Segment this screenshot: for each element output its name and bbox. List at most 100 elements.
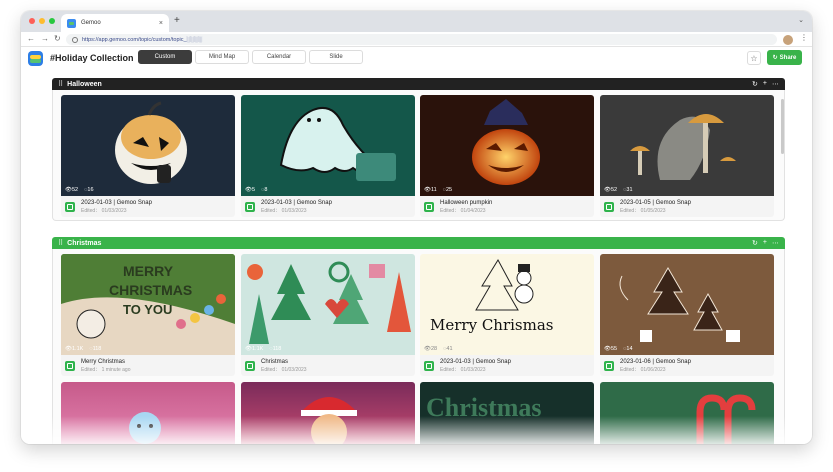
- reload-icon[interactable]: ↻: [54, 34, 61, 43]
- card-title: Merry Christmas: [81, 358, 126, 365]
- card[interactable]: Christmas: [420, 382, 594, 444]
- section-header: ⠿ Christmas ↻ + ⋯: [52, 237, 785, 249]
- gemoo-logo-icon[interactable]: [28, 51, 43, 66]
- share-label: Share: [779, 54, 797, 61]
- grid-icon[interactable]: ⠿: [58, 239, 63, 247]
- view-mind-map-button[interactable]: Mind Map: [195, 50, 249, 64]
- merry-christmas-to-you-image[interactable]: MERRY CHRISTMAS TO YOU 👁1.1K ◌118: [61, 254, 235, 355]
- santa-character-image[interactable]: [241, 382, 415, 444]
- merry-christmas-sketch-image[interactable]: Merry Chrismas 👁28 ◌41: [420, 254, 594, 355]
- url-text: https://app.gemoo.com/topic/custom/topic…: [82, 36, 203, 43]
- comments-count: ◌118: [89, 346, 102, 352]
- card-edited: Edited： 01/03/2023: [81, 207, 127, 214]
- card[interactable]: [241, 382, 415, 444]
- back-arrow-icon[interactable]: ←: [27, 34, 35, 43]
- card[interactable]: [61, 382, 235, 444]
- card[interactable]: 👁1.1K ◌118 Christmas Edited： 01/03/2023: [241, 254, 415, 376]
- card-info: 2023-01-03 | Gemoo Snap Edited： 01/03/20…: [61, 196, 235, 217]
- card-title: 2023-01-03 | Gemoo Snap: [440, 358, 511, 365]
- card-info: 2023-01-06 | Gemoo Snap Edited： 01/06/20…: [600, 355, 774, 376]
- card[interactable]: 👁52 ◌16 2023-01-03 | Gemoo Snap Edited： …: [61, 95, 235, 217]
- christmas-trees-gifts-image[interactable]: 👁55 ◌14: [600, 254, 774, 355]
- card-info: Merry Christmas Edited： 1 minute ago: [61, 355, 235, 376]
- card-title: 2023-01-03 | Gemoo Snap: [261, 199, 332, 206]
- card-info: 2023-01-03 | Gemoo Snap Edited： 01/03/20…: [420, 355, 594, 376]
- views-count: 👁55: [604, 346, 618, 352]
- minimize-window-dot[interactable]: [39, 18, 45, 24]
- card-edited: Edited： 01/03/2023: [261, 366, 307, 373]
- image-file-icon: [424, 201, 434, 212]
- christmas-3d-letters-image[interactable]: Christmas: [420, 382, 594, 444]
- refresh-icon[interactable]: ↻: [752, 239, 758, 247]
- pink-cupcake-image[interactable]: [61, 382, 235, 444]
- card-title: Halloween pumpkin: [440, 199, 493, 206]
- refresh-icon[interactable]: ↻: [752, 80, 758, 88]
- view-slide-button[interactable]: Slide: [309, 50, 363, 64]
- new-tab-button[interactable]: +: [174, 15, 180, 26]
- views-count: 👁52: [65, 187, 79, 193]
- card[interactable]: [600, 382, 774, 444]
- mushroom-illustration-image[interactable]: 👁52 ◌31: [600, 95, 774, 196]
- card-info: Halloween pumpkin Edited： 01/04/2023: [420, 196, 594, 217]
- card[interactable]: MERRY CHRISTMAS TO YOU 👁1.1K ◌118 Merry: [61, 254, 235, 376]
- maximize-window-dot[interactable]: [49, 18, 55, 24]
- app-header: #Holiday Collection Custom Mind Map Cale…: [21, 47, 812, 71]
- view-calendar-button[interactable]: Calendar: [252, 50, 306, 64]
- comments-count: ◌118: [269, 346, 282, 352]
- add-icon[interactable]: +: [763, 80, 767, 88]
- image-file-icon: [245, 360, 255, 371]
- card-info: 2023-01-03 | Gemoo Snap Edited： 01/03/20…: [241, 196, 415, 217]
- scrollbar[interactable]: [781, 99, 784, 154]
- browser-tab[interactable]: Gemoo ×: [61, 14, 169, 32]
- view-custom-button[interactable]: Custom: [138, 50, 192, 64]
- more-icon[interactable]: ⋯: [772, 239, 779, 247]
- card-stats: 👁5 ◌8: [245, 187, 267, 193]
- image-file-icon: [65, 360, 75, 371]
- grid-icon[interactable]: ⠿: [58, 80, 63, 88]
- views-count: 👁1.1K: [65, 346, 84, 352]
- jack-o-lantern-photo-image[interactable]: 👁11 ◌25: [420, 95, 594, 196]
- card-edited: Edited： 01/06/2023: [620, 366, 666, 373]
- card[interactable]: 👁11 ◌25 Halloween pumpkin Edited： 01/04/…: [420, 95, 594, 217]
- browser-menu-icon[interactable]: ⋮: [800, 33, 808, 42]
- gemoo-favicon-icon: [67, 18, 76, 28]
- image-file-icon: [245, 201, 255, 212]
- more-icon[interactable]: ⋯: [772, 80, 779, 88]
- image-file-icon: [424, 360, 434, 371]
- card[interactable]: 👁55 ◌14 2023-01-06 | Gemoo Snap Edited： …: [600, 254, 774, 376]
- section-title: Halloween: [67, 80, 102, 88]
- profile-avatar[interactable]: [783, 35, 793, 45]
- card-stats: 👁52 ◌31: [604, 187, 633, 193]
- card-stats: 👁11 ◌25: [424, 187, 452, 193]
- add-icon[interactable]: +: [763, 239, 767, 247]
- thumb-text: MERRY: [123, 263, 174, 279]
- comments-count: ◌16: [84, 187, 94, 193]
- card[interactable]: 👁52 ◌31 2023-01-05 | Gemoo Snap Edited： …: [600, 95, 774, 217]
- halloween-pumpkin-sketch-image[interactable]: 👁52 ◌16: [61, 95, 235, 196]
- image-file-icon: [604, 360, 614, 371]
- comments-count: ◌8: [261, 187, 268, 193]
- ghost-illustration-image[interactable]: 👁5 ◌8: [241, 95, 415, 196]
- window-controls: [29, 18, 55, 24]
- section-halloween: ⠿ Halloween ↻ + ⋯ 👁52 ◌16 2023-01-03 | G…: [52, 78, 785, 221]
- close-window-dot[interactable]: [29, 18, 35, 24]
- site-info-icon[interactable]: [72, 36, 78, 43]
- share-icon: ↻: [772, 55, 778, 61]
- screenshot-stage: Gemoo × + ⌄ ← → ↻ https://app.gemoo.com/…: [0, 0, 833, 472]
- address-bar[interactable]: https://app.gemoo.com/topic/custom/topic…: [66, 34, 777, 45]
- candy-canes-image[interactable]: [600, 382, 774, 444]
- christmas-trees-pattern-image[interactable]: 👁1.1K ◌118: [241, 254, 415, 355]
- card-info: Christmas Edited： 01/03/2023: [241, 355, 415, 376]
- tab-search-chevron-icon[interactable]: ⌄: [798, 16, 804, 24]
- forward-arrow-icon[interactable]: →: [41, 34, 49, 43]
- card-stats: 👁1.1K ◌118: [245, 346, 281, 352]
- card-edited: Edited： 01/05/2023: [620, 207, 666, 214]
- card-stats: 👁55 ◌14: [604, 346, 633, 352]
- star-icon[interactable]: ☆: [747, 51, 761, 65]
- tab-close-icon[interactable]: ×: [159, 20, 163, 27]
- views-count: 👁28: [424, 346, 438, 352]
- thumb-text: Merry Chrismas: [430, 316, 554, 334]
- card[interactable]: Merry Chrismas 👁28 ◌41 2023-01-03 | Gemo…: [420, 254, 594, 376]
- share-button[interactable]: ↻ Share: [767, 50, 802, 65]
- card[interactable]: 👁5 ◌8 2023-01-03 | Gemoo Snap Edited： 01…: [241, 95, 415, 217]
